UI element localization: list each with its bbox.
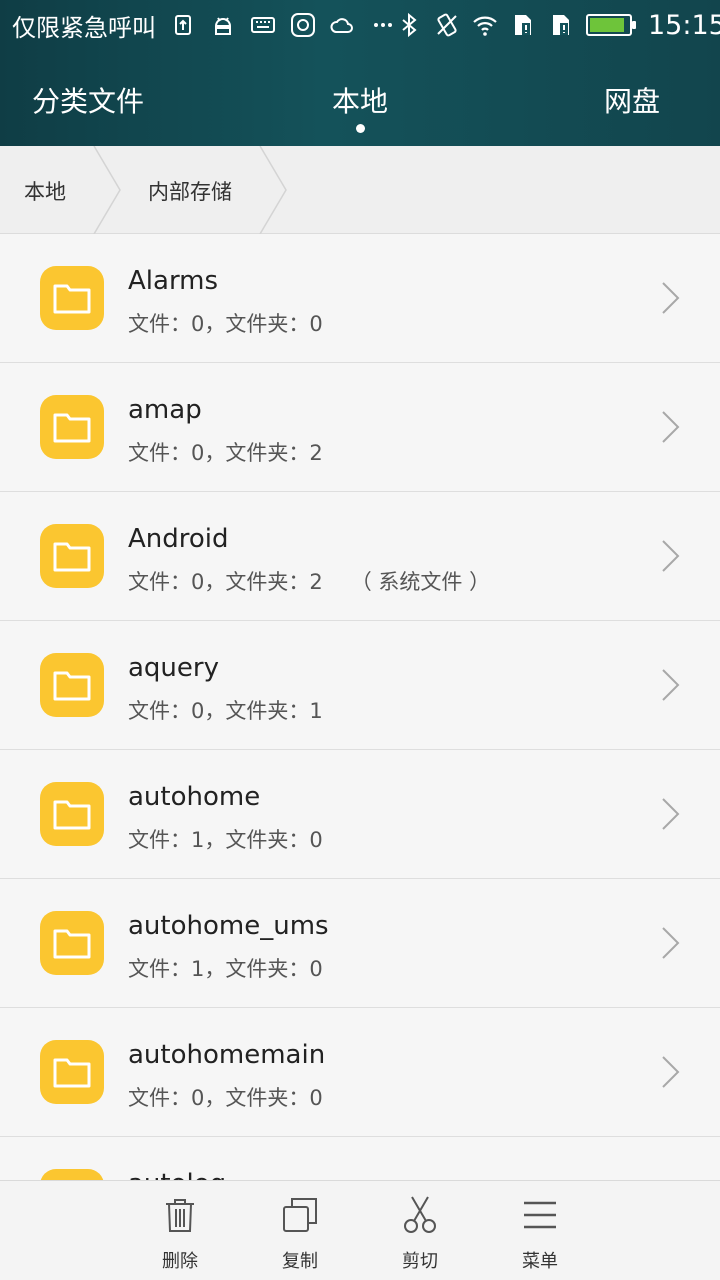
- folder-row-3[interactable]: aquery 文件：0，文件夹：1: [0, 621, 720, 750]
- chevron-right-icon: [660, 409, 682, 445]
- folder-row-5[interactable]: autohome_ums 文件：1，文件夹：0: [0, 879, 720, 1008]
- bluetooth-icon: [396, 12, 422, 38]
- chevron-right-icon: [660, 667, 682, 703]
- breadcrumb: 本地 内部存储: [0, 145, 720, 235]
- sim1-icon: [510, 12, 536, 38]
- folder-name: amap: [128, 395, 202, 425]
- scissors-icon: [400, 1195, 440, 1235]
- folder-icon: [40, 653, 104, 717]
- folder-icon: [40, 782, 104, 846]
- copy-label: 复制: [282, 1251, 318, 1272]
- folder-meta: 文件：0，文件夹：0: [128, 1082, 351, 1112]
- folder-meta: 文件：0，文件夹：2: [128, 437, 351, 467]
- folder-icon: [40, 524, 104, 588]
- folder-meta: 文件：1，文件夹：0: [128, 953, 351, 983]
- folder-note: （ 系统文件 ）: [350, 570, 491, 594]
- folder-counts: 文件：0，文件夹：2: [128, 570, 323, 594]
- delete-button[interactable]: 删除: [140, 1195, 220, 1273]
- menu-label: 菜单: [522, 1251, 558, 1272]
- folder-icon: [40, 266, 104, 330]
- folder-icon: [40, 1169, 104, 1180]
- folder-counts: 文件：1，文件夹：0: [128, 957, 323, 981]
- android-icon: [210, 12, 236, 38]
- upload-notify-icon: [170, 12, 196, 38]
- app-header: 仅限紧急呼叫 15:15 分类文件 本地 网盘: [0, 0, 720, 146]
- vibrate-icon: [434, 12, 460, 38]
- folder-counts: 文件：0，文件夹：1: [128, 699, 323, 723]
- copy-icon: [280, 1195, 320, 1235]
- trash-icon: [160, 1195, 200, 1235]
- folder-icon: [40, 1040, 104, 1104]
- folder-row-7[interactable]: autolog: [0, 1137, 720, 1180]
- chevron-right-icon: [660, 1054, 682, 1090]
- delete-label: 删除: [162, 1251, 198, 1272]
- folder-counts: 文件：1，文件夹：0: [128, 828, 323, 852]
- chevron-right-icon: [660, 925, 682, 961]
- tab-cloud[interactable]: 网盘: [604, 80, 660, 120]
- keyboard-icon: [250, 12, 276, 38]
- tab-bar: 分类文件 本地 网盘: [0, 50, 720, 146]
- chevron-right-icon: [660, 280, 682, 316]
- carrier-text: 仅限紧急呼叫: [12, 13, 156, 42]
- folder-meta: 文件：1，文件夹：0: [128, 824, 351, 854]
- more-dots-icon: [370, 12, 396, 38]
- status-bar: 仅限紧急呼叫 15:15: [0, 0, 720, 50]
- menu-button[interactable]: 菜单: [500, 1195, 580, 1273]
- cut-label: 剪切: [402, 1251, 438, 1272]
- folder-row-2[interactable]: Android 文件：0，文件夹：2 （ 系统文件 ）: [0, 492, 720, 621]
- breadcrumb-separator-icon: [258, 145, 298, 235]
- breadcrumb-local[interactable]: 本地: [24, 176, 66, 206]
- folder-meta: 文件：0，文件夹：1: [128, 695, 351, 725]
- folder-name: Alarms: [128, 266, 219, 296]
- folder-counts: 文件：0，文件夹：0: [128, 312, 323, 336]
- folder-name: Android: [128, 524, 229, 554]
- sim2-icon: [548, 12, 574, 38]
- breadcrumb-internal-storage[interactable]: 内部存储: [148, 176, 232, 206]
- folder-meta: 文件：0，文件夹：0: [128, 308, 351, 338]
- folder-name: autohome_ums: [128, 911, 329, 941]
- weather-icon: [330, 12, 356, 38]
- menu-icon: [520, 1195, 560, 1235]
- folder-name: autohomemain: [128, 1040, 326, 1070]
- folder-row-0[interactable]: Alarms 文件：0，文件夹：0: [0, 234, 720, 363]
- folder-meta: 文件：0，文件夹：2 （ 系统文件 ）: [128, 566, 490, 596]
- folder-icon: [40, 911, 104, 975]
- chevron-right-icon: [660, 796, 682, 832]
- huawei-icon: [290, 12, 316, 38]
- bottom-toolbar: 删除 复制 剪切 菜单: [0, 1180, 720, 1280]
- folder-icon: [40, 395, 104, 459]
- chevron-right-icon: [660, 538, 682, 574]
- folder-name: aquery: [128, 653, 219, 683]
- cut-button[interactable]: 剪切: [380, 1195, 460, 1273]
- active-tab-indicator: [356, 124, 365, 133]
- wifi-icon: [472, 12, 498, 38]
- breadcrumb-separator-icon: [92, 145, 132, 235]
- folder-row-4[interactable]: autohome 文件：1，文件夹：0: [0, 750, 720, 879]
- copy-button[interactable]: 复制: [260, 1195, 340, 1273]
- battery-icon: [586, 14, 636, 36]
- file-list[interactable]: Alarms 文件：0，文件夹：0 amap 文件：0，文件夹：2 Androi…: [0, 234, 720, 1180]
- folder-row-6[interactable]: autohomemain 文件：0，文件夹：0: [0, 1008, 720, 1137]
- clock: 15:15: [648, 9, 720, 41]
- battery-level: [590, 18, 624, 32]
- folder-name: autolog: [128, 1169, 226, 1180]
- folder-row-1[interactable]: amap 文件：0，文件夹：2: [0, 363, 720, 492]
- folder-name: autohome: [128, 782, 261, 812]
- folder-counts: 文件：0，文件夹：2: [128, 441, 323, 465]
- folder-counts: 文件：0，文件夹：0: [128, 1086, 323, 1110]
